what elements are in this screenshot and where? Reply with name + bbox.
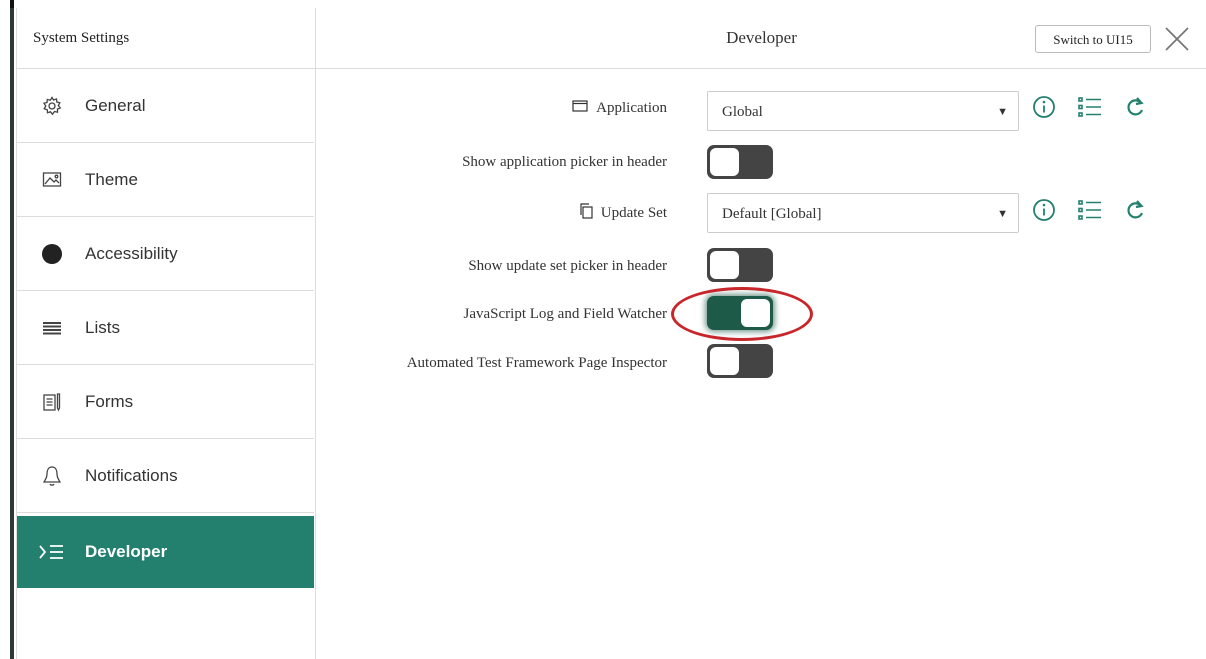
window-icon: [572, 100, 588, 117]
sidebar-item-notifications[interactable]: Notifications: [17, 439, 314, 513]
sidebar-item-label: Developer: [85, 542, 168, 561]
sidebar-item-general[interactable]: General: [17, 69, 314, 143]
close-icon: [1163, 27, 1191, 57]
close-button[interactable]: [1163, 25, 1191, 53]
refresh-icon: [1125, 95, 1147, 124]
circle-icon: [39, 243, 65, 265]
background-edge: [0, 0, 14, 659]
toggle-knob: [710, 347, 739, 375]
chevron-down-icon: ▼: [997, 208, 1008, 220]
update-set-value: Default [Global]: [722, 206, 822, 222]
js-log-label: JavaScript Log and Field Watcher: [463, 306, 667, 322]
list-icon: [1077, 95, 1103, 124]
chevron-down-icon: ▼: [997, 106, 1008, 118]
sidebar-item-lists[interactable]: Lists: [17, 291, 314, 365]
sidebar-item-forms[interactable]: Forms: [17, 365, 314, 439]
application-row-label: Application: [572, 100, 667, 117]
image-icon: [39, 171, 65, 189]
application-info-button[interactable]: [1031, 95, 1057, 124]
js-log-toggle[interactable]: [707, 296, 773, 330]
show-update-set-picker-label: Show update set picker in header: [468, 258, 667, 274]
sidebar-item-theme[interactable]: Theme: [17, 143, 314, 217]
application-list-button[interactable]: [1077, 96, 1103, 122]
toggle-knob: [741, 299, 770, 327]
copy-icon: [579, 203, 593, 224]
list-table-icon: [39, 321, 65, 335]
show-app-picker-toggle[interactable]: [707, 145, 773, 179]
gear-icon: [39, 95, 65, 116]
sidebar-title: System Settings: [17, 8, 315, 69]
sidebar-item-label: General: [85, 95, 146, 115]
toggle-knob: [710, 148, 739, 176]
refresh-icon: [1125, 198, 1147, 227]
show-update-set-picker-toggle[interactable]: [707, 248, 773, 282]
update-set-refresh-button[interactable]: [1123, 199, 1149, 225]
sigma-list-icon: [39, 544, 65, 560]
application-select[interactable]: Global ▼: [707, 91, 1019, 131]
sidebar-item-label: Lists: [85, 317, 120, 337]
switch-ui15-button[interactable]: Switch to UI15: [1035, 25, 1151, 53]
update-set-label: Update Set: [600, 205, 667, 221]
sidebar-item-label: Forms: [85, 391, 134, 411]
update-set-row-label: Update Set: [579, 203, 667, 224]
form-icon: [39, 392, 65, 412]
sidebar-item-developer[interactable]: Developer: [17, 516, 314, 588]
show-app-picker-label: Show application picker in header: [462, 154, 667, 170]
sidebar-item-accessibility[interactable]: Accessibility: [17, 217, 314, 291]
settings-sidebar: System Settings General Theme Accessibil…: [17, 8, 316, 659]
sidebar-item-label: Accessibility: [85, 243, 178, 263]
atf-inspector-label: Automated Test Framework Page Inspector: [406, 355, 667, 371]
application-label: Application: [596, 100, 667, 116]
sidebar-item-label: Notifications: [85, 465, 178, 485]
list-icon: [1077, 198, 1103, 227]
system-settings-modal: System Settings General Theme Accessibil…: [16, 8, 1206, 659]
update-set-select[interactable]: Default [Global] ▼: [707, 193, 1019, 233]
atf-inspector-toggle[interactable]: [707, 344, 773, 378]
info-icon: [1032, 198, 1056, 227]
info-icon: [1032, 95, 1056, 124]
bell-icon: [39, 465, 65, 487]
update-set-info-button[interactable]: [1031, 198, 1057, 227]
sidebar-item-label: Theme: [85, 169, 138, 189]
toggle-knob: [710, 251, 739, 279]
settings-header: Developer Switch to UI15: [316, 8, 1206, 69]
edge-bar: [10, 8, 14, 659]
update-set-list-button[interactable]: [1077, 199, 1103, 225]
application-value: Global: [722, 104, 763, 120]
application-refresh-button[interactable]: [1123, 96, 1149, 122]
